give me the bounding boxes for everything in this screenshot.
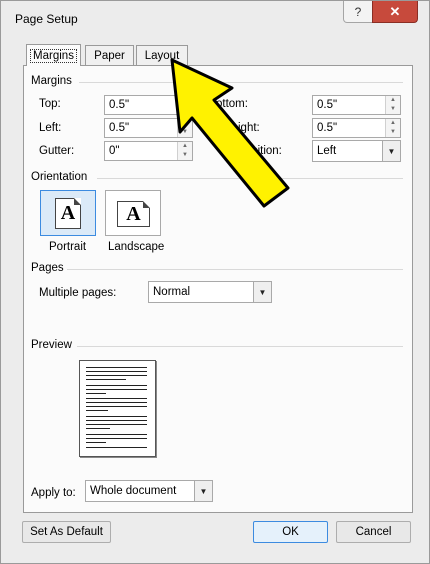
top-margin-spinner[interactable]: 0.5" ▲ ▼ xyxy=(104,95,193,115)
apply-to-value: Whole document xyxy=(90,485,177,497)
tab-layout-label: Layout xyxy=(144,49,180,62)
portrait-icon-glyph: A xyxy=(60,202,76,224)
title-bar: Page Setup ? ✕ xyxy=(1,1,429,39)
spin-down-icon[interactable]: ▼ xyxy=(178,105,192,114)
preview-line xyxy=(86,424,147,425)
set-as-default-label: Set As Default xyxy=(30,526,103,538)
ok-button[interactable]: OK xyxy=(253,521,328,543)
portrait-button[interactable]: A xyxy=(40,190,96,236)
gutter-position-label: r position: xyxy=(232,145,282,157)
tab-paper[interactable]: Paper xyxy=(85,45,134,65)
gutter-position-select[interactable]: Left ▼ xyxy=(312,140,401,162)
set-as-default-button[interactable]: Set As Default xyxy=(22,521,111,543)
close-button[interactable]: ✕ xyxy=(372,1,418,23)
left-label: Left: xyxy=(39,122,62,134)
preview-divider xyxy=(77,346,403,347)
left-margin-value: 0.5" xyxy=(109,122,130,134)
margins-divider xyxy=(79,82,403,83)
gutter-position-value: Left xyxy=(317,145,337,157)
tab-paper-label: Paper xyxy=(94,49,125,62)
close-icon: ✕ xyxy=(389,3,401,19)
pages-section-label: Pages xyxy=(31,262,64,274)
top-margin-value: 0.5" xyxy=(109,99,130,111)
preview-line xyxy=(86,447,147,448)
chevron-down-icon[interactable]: ▼ xyxy=(194,481,212,501)
page-fold-icon xyxy=(143,201,150,208)
preview-line xyxy=(86,416,147,417)
preview-line xyxy=(86,385,147,386)
gutter-value: 0" xyxy=(109,145,120,157)
apply-to-label: Apply to: xyxy=(31,487,76,499)
preview-line xyxy=(86,410,108,411)
gutter-arrows[interactable]: ▲ ▼ xyxy=(177,142,192,160)
right-margin-spinner[interactable]: 0.5" ▲ ▼ xyxy=(312,118,401,138)
gutter-spinner[interactable]: 0" ▲ ▼ xyxy=(104,141,193,161)
multiple-pages-select[interactable]: Normal ▼ xyxy=(148,281,272,303)
preview-page xyxy=(79,360,156,457)
bottom-label: ottom: xyxy=(216,98,248,110)
spin-up-icon[interactable]: ▲ xyxy=(386,119,400,128)
preview-line xyxy=(86,402,147,403)
page-fold-icon xyxy=(74,198,81,205)
landscape-icon: A xyxy=(117,201,150,227)
spin-down-icon[interactable]: ▼ xyxy=(178,128,192,137)
portrait-label: Portrait xyxy=(49,241,87,253)
top-label: Top: xyxy=(39,98,61,110)
portrait-icon: A xyxy=(55,198,81,229)
window-title: Page Setup xyxy=(15,12,78,26)
spin-up-icon[interactable]: ▲ xyxy=(178,142,192,151)
orientation-section-label: Orientation xyxy=(31,171,88,183)
preview-line xyxy=(86,438,147,439)
left-margin-arrows[interactable]: ▲ ▼ xyxy=(177,119,192,137)
right-label: ight: xyxy=(238,122,260,134)
preview-line xyxy=(86,420,147,421)
bottom-margin-spinner[interactable]: 0.5" ▲ ▼ xyxy=(312,95,401,115)
spin-down-icon[interactable]: ▼ xyxy=(386,105,400,114)
preview-line xyxy=(86,398,147,399)
ok-label: OK xyxy=(282,526,299,538)
cancel-label: Cancel xyxy=(355,526,392,538)
right-margin-arrows[interactable]: ▲ ▼ xyxy=(385,119,400,137)
pages-divider xyxy=(67,269,403,270)
gutter-label: Gutter: xyxy=(39,145,75,157)
preview-line xyxy=(86,406,147,407)
orientation-divider xyxy=(97,178,403,179)
landscape-button[interactable]: A xyxy=(105,190,161,236)
tab-margins[interactable]: Margins xyxy=(26,44,81,66)
bottom-margin-value: 0.5" xyxy=(317,99,338,111)
spin-up-icon[interactable]: ▲ xyxy=(178,96,192,105)
spin-down-icon[interactable]: ▼ xyxy=(386,128,400,137)
tab-margins-label: Margins xyxy=(30,48,77,63)
chevron-down-icon[interactable]: ▼ xyxy=(382,141,400,161)
preview-line xyxy=(86,389,147,390)
tab-layout[interactable]: Layout xyxy=(136,45,188,65)
spin-up-icon[interactable]: ▲ xyxy=(178,119,192,128)
preview-line xyxy=(86,375,147,376)
help-icon: ? xyxy=(354,4,362,19)
preview-line xyxy=(86,428,110,429)
right-margin-value: 0.5" xyxy=(317,122,338,134)
spin-down-icon[interactable]: ▼ xyxy=(178,151,192,160)
multiple-pages-label: Multiple pages: xyxy=(39,287,117,299)
chevron-down-icon[interactable]: ▼ xyxy=(253,282,271,302)
apply-to-select[interactable]: Whole document ▼ xyxy=(85,480,213,502)
preview-line xyxy=(86,434,147,435)
preview-line xyxy=(86,379,126,380)
preview-section-label: Preview xyxy=(31,339,72,351)
left-margin-spinner[interactable]: 0.5" ▲ ▼ xyxy=(104,118,193,138)
cancel-button[interactable]: Cancel xyxy=(336,521,411,543)
preview-line xyxy=(86,442,106,443)
preview-line xyxy=(86,367,147,368)
multiple-pages-value: Normal xyxy=(153,286,191,298)
margins-section-label: Margins xyxy=(31,75,72,87)
top-margin-arrows[interactable]: ▲ ▼ xyxy=(177,96,192,114)
help-button[interactable]: ? xyxy=(343,1,373,23)
page-setup-dialog: Page Setup ? ✕ Margins Paper Layout Marg… xyxy=(0,0,430,564)
preview-line xyxy=(86,393,106,394)
spin-up-icon[interactable]: ▲ xyxy=(386,96,400,105)
landscape-label: Landscape xyxy=(108,241,165,253)
bottom-margin-arrows[interactable]: ▲ ▼ xyxy=(385,96,400,114)
preview-line xyxy=(86,371,147,372)
landscape-icon-glyph: A xyxy=(126,202,141,225)
